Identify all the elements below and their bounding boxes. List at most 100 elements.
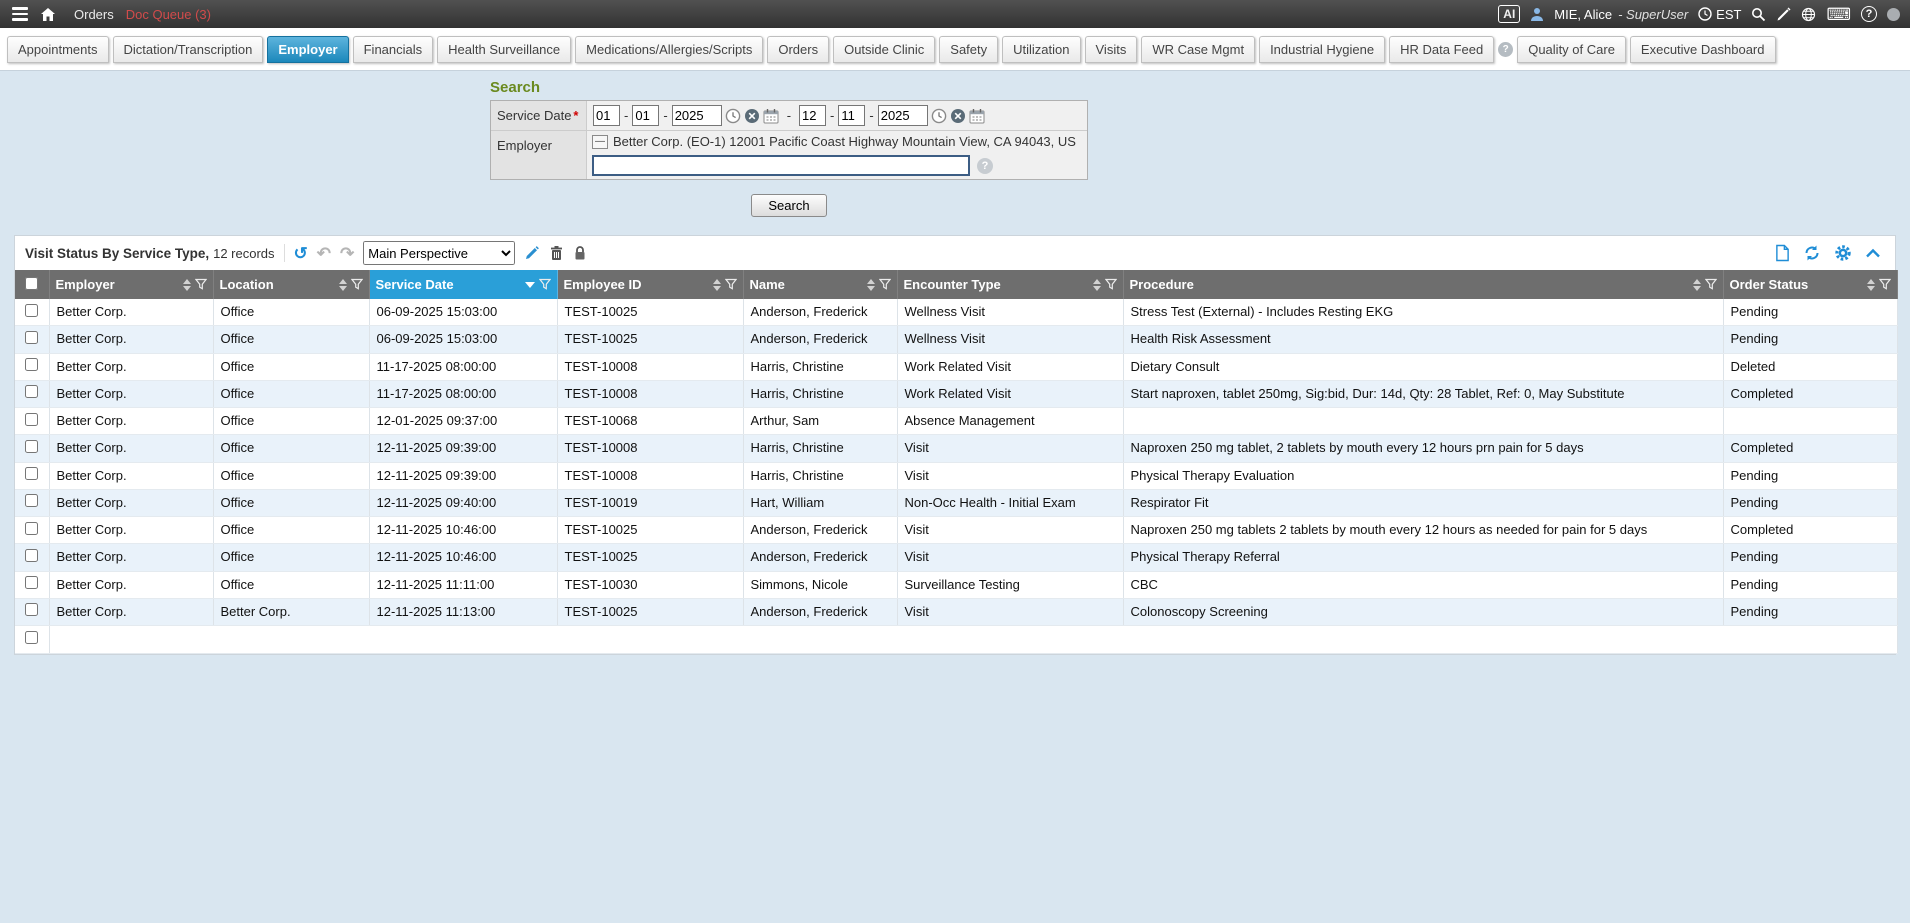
from-time-icon[interactable] [725,108,741,124]
undo-icon[interactable]: ↶ [317,245,331,262]
row-checkbox[interactable] [25,385,38,398]
from-calendar-icon[interactable] [763,108,779,124]
tab-health-surveillance[interactable]: Health Surveillance [437,36,571,63]
column-header-location[interactable]: Location [213,270,369,299]
tab-hr-data-feed[interactable]: HR Data Feed [1389,36,1494,63]
table-row[interactable]: Better Corp.Office11-17-2025 08:00:00TES… [15,353,1897,380]
search-icon[interactable] [1751,7,1766,22]
row-checkbox[interactable] [25,304,38,317]
table-row[interactable]: Better Corp.Office12-11-2025 10:46:00TES… [15,544,1897,571]
filter-icon[interactable] [725,278,737,291]
ai-badge[interactable]: AI [1498,5,1520,23]
column-header-name[interactable]: Name [743,270,897,299]
tab-dictation-transcription[interactable]: Dictation/Transcription [113,36,264,63]
from-day-input[interactable] [632,105,659,126]
tab-outside-clinic[interactable]: Outside Clinic [833,36,935,63]
row-checkbox[interactable] [25,631,38,644]
tab-utilization[interactable]: Utilization [1002,36,1080,63]
select-all-checkbox[interactable] [25,277,38,290]
filter-icon[interactable] [879,278,891,291]
column-header-procedure[interactable]: Procedure [1123,270,1723,299]
collapse-icon[interactable] [1865,248,1881,258]
to-year-input[interactable] [878,105,928,126]
sort-icon[interactable] [1867,279,1875,291]
search-button[interactable]: Search [751,194,826,217]
table-row[interactable]: Better Corp.Office12-11-2025 09:39:00TES… [15,462,1897,489]
tab-industrial-hygiene[interactable]: Industrial Hygiene [1259,36,1385,63]
table-row[interactable]: Better Corp.Office12-01-2025 09:37:00TES… [15,408,1897,435]
filter-icon[interactable] [1105,278,1117,291]
redo-icon[interactable]: ↷ [340,245,354,262]
column-header-service-date[interactable]: Service Date [369,270,557,299]
wand-icon[interactable] [1776,7,1791,22]
user-name[interactable]: MIE, Alice [1554,7,1612,22]
sort-icon[interactable] [867,279,875,291]
filter-icon[interactable] [351,278,363,291]
table-row[interactable]: Better Corp.Office12-11-2025 09:39:00TES… [15,435,1897,462]
filter-icon[interactable] [1705,278,1717,291]
breadcrumb-doc-queue[interactable]: Doc Queue (3) [126,7,211,22]
row-checkbox[interactable] [25,331,38,344]
settings-gear-icon[interactable] [1834,244,1852,262]
tab-financials[interactable]: Financials [353,36,434,63]
tab-employer[interactable]: Employer [267,36,348,63]
sort-icon[interactable] [183,279,191,291]
column-header-employee-id[interactable]: Employee ID [557,270,743,299]
remove-employer-button[interactable]: — [592,135,608,149]
sort-icon[interactable] [339,279,347,291]
to-day-input[interactable] [838,105,865,126]
tab-executive-dashboard[interactable]: Executive Dashboard [1630,36,1776,63]
to-month-input[interactable] [799,105,826,126]
to-clear-icon[interactable] [950,108,966,124]
table-row[interactable]: Better Corp.Office11-17-2025 08:00:00TES… [15,380,1897,407]
sort-icon[interactable] [1693,279,1701,291]
tab-visits[interactable]: Visits [1085,36,1138,63]
table-row[interactable]: Better Corp.Office06-09-2025 15:03:00TES… [15,299,1897,326]
column-header-employer[interactable]: Employer [49,270,213,299]
new-document-icon[interactable] [1775,244,1790,262]
clock-icon[interactable] [1698,7,1712,21]
filter-icon[interactable] [195,278,207,291]
lock-icon[interactable] [573,245,587,261]
table-row[interactable]: Better Corp.Better Corp.12-11-2025 11:13… [15,598,1897,625]
tab-quality-of-care[interactable]: Quality of Care [1517,36,1626,63]
perspective-select[interactable]: Main Perspective [363,241,515,265]
hamburger-menu-icon[interactable] [10,5,30,23]
reset-icon[interactable]: ↺ [294,245,308,262]
table-row[interactable]: Better Corp.Office12-11-2025 10:46:00TES… [15,517,1897,544]
sort-icon[interactable] [713,279,721,291]
row-checkbox[interactable] [25,522,38,535]
to-calendar-icon[interactable] [969,108,985,124]
refresh-icon[interactable] [1803,244,1821,262]
row-checkbox[interactable] [25,467,38,480]
row-checkbox[interactable] [25,576,38,589]
employer-search-input[interactable] [592,155,970,176]
column-header-encounter-type[interactable]: Encounter Type [897,270,1123,299]
user-icon[interactable] [1530,7,1544,21]
breadcrumb-orders[interactable]: Orders [74,7,114,22]
column-header-order-status[interactable]: Order Status [1723,270,1897,299]
tab-orders[interactable]: Orders [767,36,829,63]
keyboard-icon[interactable]: ⌨ [1826,6,1851,23]
row-checkbox[interactable] [25,603,38,616]
filter-icon[interactable] [1879,278,1891,291]
edit-icon[interactable] [524,245,540,261]
to-time-icon[interactable] [931,108,947,124]
tab-wr-case-mgmt[interactable]: WR Case Mgmt [1141,36,1255,63]
home-icon[interactable] [40,7,56,22]
tab-medications-allergies-scripts[interactable]: Medications/Allergies/Scripts [575,36,763,63]
row-checkbox[interactable] [25,494,38,507]
tab-safety[interactable]: Safety [939,36,998,63]
delete-icon[interactable] [549,245,564,261]
from-clear-icon[interactable] [744,108,760,124]
row-checkbox[interactable] [25,413,38,426]
row-checkbox[interactable] [25,440,38,453]
from-year-input[interactable] [672,105,722,126]
help-icon[interactable]: ? [1861,6,1877,22]
table-row[interactable]: Better Corp.Office12-11-2025 09:40:00TES… [15,489,1897,516]
table-row[interactable]: Better Corp.Office12-11-2025 11:11:00TES… [15,571,1897,598]
employer-help-icon[interactable]: ? [977,158,993,174]
sort-desc-icon[interactable] [525,282,535,288]
table-row[interactable]: Better Corp.Office06-09-2025 15:03:00TES… [15,326,1897,353]
globe-icon[interactable] [1801,7,1816,22]
